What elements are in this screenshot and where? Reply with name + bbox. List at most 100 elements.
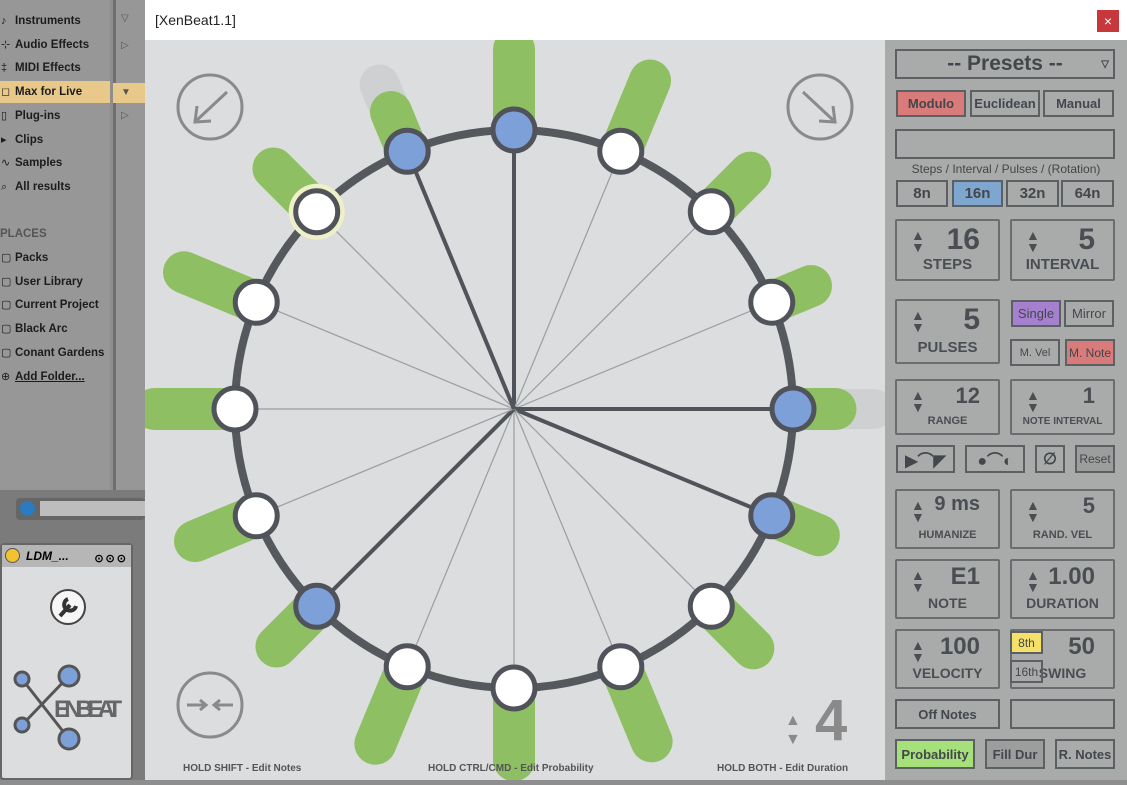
pulses-number-box[interactable]: ▲ ▼ 5 PULSES bbox=[895, 299, 1000, 364]
swing-8th-button[interactable]: 8th bbox=[1010, 631, 1043, 654]
browser-item[interactable]: ◻ Max for Live bbox=[0, 81, 110, 104]
up-down-arrows-icon[interactable]: ▲ ▼ bbox=[911, 228, 925, 254]
off-notes-button[interactable]: Off Notes bbox=[895, 699, 1000, 729]
mode-manual-button[interactable]: Manual bbox=[1043, 90, 1114, 117]
step-node[interactable] bbox=[490, 664, 538, 712]
step-spoke bbox=[406, 408, 515, 667]
reset-arrows-icon[interactable] bbox=[176, 671, 244, 739]
up-down-arrows-icon[interactable]: ▲ ▼ bbox=[911, 638, 925, 664]
window-title: [XenBeat1.1] bbox=[155, 12, 236, 28]
interval-number-box[interactable]: ▲ ▼ 5 INTERVAL bbox=[1010, 219, 1115, 281]
step-node[interactable] bbox=[232, 492, 280, 540]
pulse-node[interactable] bbox=[293, 582, 341, 630]
places-item[interactable]: ▢ Current Project bbox=[0, 294, 110, 316]
rand-vel-number-box[interactable]: ▲ ▼ 5 RAND. VEL bbox=[1010, 489, 1115, 549]
hint-shift: HOLD SHIFT - Edit Notes bbox=[183, 763, 302, 774]
pulse-node[interactable] bbox=[748, 492, 796, 540]
random-notes-button[interactable]: R. Notes bbox=[1055, 739, 1115, 769]
step-node[interactable] bbox=[687, 582, 735, 630]
browser-item-label: Plug-ins bbox=[15, 109, 61, 122]
note-interval-number-box[interactable]: ▲ ▼ 1 NOTE INTERVAL bbox=[1010, 379, 1115, 435]
search-bar[interactable] bbox=[16, 498, 145, 520]
split-pattern-button[interactable]: ●⌒◐ bbox=[965, 445, 1025, 473]
single-button[interactable]: Single bbox=[1011, 300, 1061, 327]
headphone-icon[interactable] bbox=[20, 501, 35, 516]
step-circle[interactable]: ▲ ▼ 4 bbox=[133, 28, 894, 782]
rotate-right-icon[interactable] bbox=[786, 73, 854, 141]
flip-pattern-button[interactable]: ▶⌒◤ bbox=[896, 445, 955, 473]
expand-icon[interactable]: ▼ bbox=[121, 87, 131, 98]
up-down-arrows-icon[interactable]: ▲ ▼ bbox=[1026, 568, 1040, 594]
places-item[interactable]: ▢ Black Arc bbox=[0, 318, 110, 340]
probability-button[interactable]: Probability bbox=[895, 739, 975, 769]
expand-icon[interactable]: ▷ bbox=[121, 40, 129, 51]
browser-item-label: Instruments bbox=[15, 15, 81, 27]
places-item[interactable]: ▢ User Library bbox=[0, 271, 110, 293]
browser-item[interactable]: ⊹ Audio Effects bbox=[0, 34, 110, 56]
expand-icon[interactable]: ▷ bbox=[121, 110, 129, 121]
off-notes-field[interactable] bbox=[1010, 699, 1115, 729]
pulse-node[interactable] bbox=[769, 385, 817, 433]
step-node[interactable] bbox=[232, 278, 280, 326]
clear-button[interactable]: ∅ bbox=[1035, 445, 1065, 473]
duration-number-box[interactable]: ▲ ▼ 1.00 DURATION bbox=[1010, 559, 1115, 619]
places-item[interactable]: ▢ Packs bbox=[0, 247, 110, 269]
up-down-arrows-icon[interactable]: ▲ ▼ bbox=[1026, 498, 1040, 524]
rate-16n-button[interactable]: 16n bbox=[952, 180, 1003, 207]
step-node[interactable] bbox=[748, 278, 796, 326]
category-icon: ⊹ bbox=[1, 38, 11, 51]
expand-icon[interactable]: ▽ bbox=[121, 13, 129, 24]
rate-64n-button[interactable]: 64n bbox=[1061, 180, 1114, 207]
rotation-stepper-icon[interactable]: ▲ bbox=[785, 712, 801, 729]
humanize-number-box[interactable]: ▲ ▼ 9 ms HUMANIZE bbox=[895, 489, 1000, 549]
browser-item[interactable]: ⌕ All results bbox=[0, 176, 110, 198]
mode-modulo-button[interactable]: Modulo bbox=[896, 90, 966, 117]
rate-32n-button[interactable]: 32n bbox=[1006, 180, 1059, 207]
step-spoke bbox=[256, 408, 515, 517]
mirror-note-button[interactable]: M. Note bbox=[1065, 339, 1115, 366]
note-number-box[interactable]: ▲ ▼ E1 NOTE bbox=[895, 559, 1000, 619]
step-node[interactable] bbox=[211, 385, 259, 433]
up-down-arrows-icon[interactable]: ▲ ▼ bbox=[911, 388, 925, 414]
duration-label: DURATION bbox=[1026, 595, 1099, 611]
presets-dropdown[interactable]: -- Presets -- ▽ bbox=[895, 49, 1115, 79]
rotate-left-icon[interactable] bbox=[176, 73, 244, 141]
up-down-arrows-icon[interactable]: ▲ ▼ bbox=[1026, 388, 1040, 414]
up-down-arrows-icon[interactable]: ▲ ▼ bbox=[911, 568, 925, 594]
mode-euclidean-button[interactable]: Euclidean bbox=[970, 90, 1040, 117]
steps-number-box[interactable]: ▲ ▼ 16 STEPS bbox=[895, 219, 1000, 281]
power-icon[interactable] bbox=[5, 548, 20, 563]
step-node[interactable] bbox=[687, 188, 735, 236]
close-button[interactable]: × bbox=[1097, 10, 1119, 32]
search-input[interactable] bbox=[40, 501, 145, 516]
step-node[interactable] bbox=[597, 127, 645, 175]
step-node[interactable] bbox=[383, 643, 431, 691]
swing-16th-button[interactable]: 16th bbox=[1010, 660, 1043, 683]
browser-item[interactable]: ∿ Samples bbox=[0, 152, 110, 174]
browser-item[interactable]: ▯ Plug-ins bbox=[0, 105, 110, 127]
places-item[interactable]: ⊕ Add Folder... bbox=[0, 366, 110, 388]
device-buttons-icon[interactable]: ⊙⊙⊙ bbox=[94, 548, 128, 570]
velocity-number-box[interactable]: ▲ ▼ 100 VELOCITY bbox=[895, 629, 1000, 689]
device-panel: LDM_... ⊙⊙⊙ ENBEAT bbox=[0, 543, 133, 780]
browser-item[interactable]: ♪ Instruments bbox=[0, 10, 110, 32]
browser-item[interactable]: ▸ Clips bbox=[0, 129, 110, 151]
step-node[interactable] bbox=[597, 643, 645, 691]
reset-button[interactable]: Reset bbox=[1075, 445, 1115, 473]
places-item[interactable]: ▢ Conant Gardens bbox=[0, 342, 110, 364]
up-down-arrows-icon[interactable]: ▲ ▼ bbox=[911, 308, 925, 334]
mirror-button[interactable]: Mirror bbox=[1064, 300, 1114, 327]
rotation-stepper-icon[interactable]: ▼ bbox=[785, 731, 801, 748]
browser-item[interactable]: ‡ MIDI Effects bbox=[0, 57, 110, 79]
step-node[interactable] bbox=[293, 188, 341, 236]
mirror-velocity-button[interactable]: M. Vel bbox=[1010, 339, 1060, 366]
pattern-field[interactable] bbox=[895, 129, 1115, 159]
rate-8n-button[interactable]: 8n bbox=[896, 180, 948, 207]
range-number-box[interactable]: ▲ ▼ 12 RANGE bbox=[895, 379, 1000, 435]
up-down-arrows-icon[interactable]: ▲ ▼ bbox=[1026, 228, 1040, 254]
fill-duration-button[interactable]: Fill Dur bbox=[985, 739, 1045, 769]
note-value: E1 bbox=[950, 563, 980, 590]
pulse-node[interactable] bbox=[383, 127, 431, 175]
up-down-arrows-icon[interactable]: ▲ ▼ bbox=[911, 498, 925, 524]
pulse-node[interactable] bbox=[490, 106, 538, 154]
